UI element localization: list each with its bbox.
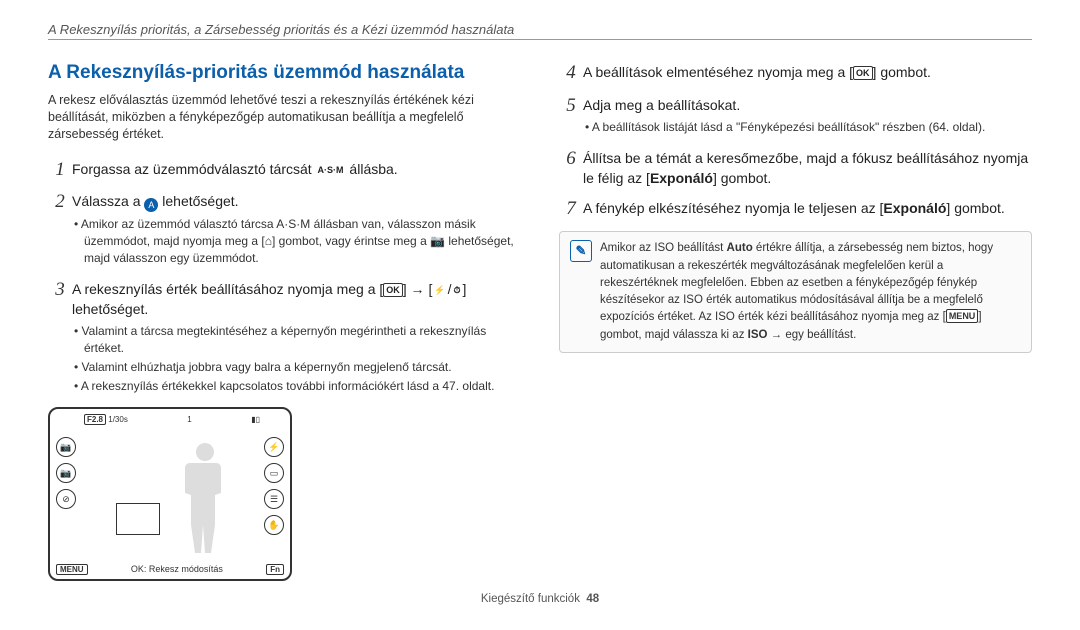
right-icon: ✋ bbox=[264, 515, 284, 535]
step-number: 6 bbox=[559, 148, 583, 189]
menu-button-label: MENU bbox=[56, 564, 88, 575]
focus-frame bbox=[116, 503, 160, 535]
step-number: 3 bbox=[48, 279, 72, 397]
step-sublist: Valamint a tárcsa megtekintéséhez a képe… bbox=[72, 323, 521, 394]
bottom-hint: OK: Rekesz módosítás bbox=[96, 564, 259, 574]
ok-glyph: OK bbox=[383, 283, 403, 297]
person-silhouette bbox=[180, 443, 230, 553]
asm-glyph: A·S·M bbox=[316, 164, 346, 176]
right-icon: ⚡ bbox=[264, 437, 284, 457]
note-box: ✎ Amikor az ISO beállítást Auto értékre … bbox=[559, 231, 1032, 353]
right-column: 4 A beállítások elmentéséhez nyomja meg … bbox=[559, 62, 1032, 581]
step-sublist: Amikor az üzemmód választó tárcsa A·S·M … bbox=[72, 216, 521, 266]
right-icon: ☰ bbox=[264, 489, 284, 509]
step-number: 5 bbox=[559, 95, 583, 138]
left-icon: 📷 bbox=[56, 463, 76, 483]
step-body: A beállítások elmentéséhez nyomja meg a … bbox=[583, 62, 931, 85]
mode-a-icon: A bbox=[144, 198, 158, 212]
left-column: A Rekesznyílás-prioritás üzemmód használ… bbox=[48, 62, 521, 581]
page: A Rekesznyílás prioritás, a Zársebesség … bbox=[0, 0, 1080, 615]
sub-item: Valamint elhúzhatja jobbra vagy balra a … bbox=[72, 359, 521, 376]
note-text: Amikor az ISO beállítást Auto értékre ál… bbox=[600, 240, 1021, 344]
ok-glyph: OK bbox=[853, 66, 873, 80]
fn-button-label: Fn bbox=[266, 564, 284, 575]
shot-count: 1 bbox=[187, 415, 191, 424]
shutter-value: 1/30s bbox=[108, 415, 128, 424]
aperture-value: F2.8 bbox=[84, 414, 106, 425]
flash-icon: ⚡ bbox=[432, 284, 447, 296]
step-sublist: A beállítások listáját lásd a "Fényképez… bbox=[583, 119, 985, 136]
timer-icon: ⏱ bbox=[451, 284, 462, 296]
step-number: 1 bbox=[48, 159, 72, 182]
note-icon: ✎ bbox=[570, 240, 592, 262]
sub-item: Amikor az üzemmód választó tárcsa A·S·M … bbox=[72, 216, 521, 266]
left-icon: 📷 bbox=[56, 437, 76, 457]
left-icon: ⊘ bbox=[56, 489, 76, 509]
sub-item: A beállítások listáját lásd a "Fényképez… bbox=[583, 119, 985, 136]
battery-icon: ▮▯ bbox=[251, 415, 260, 424]
step-body: A fénykép elkészítéséhez nyomja le telje… bbox=[583, 198, 1005, 221]
step-number: 4 bbox=[559, 62, 583, 85]
sub-item: Valamint a tárcsa megtekintéséhez a képe… bbox=[72, 323, 521, 357]
steps-left: 1 Forgassa az üzemmódválasztó tárcsát A·… bbox=[48, 159, 521, 397]
step-body: Forgassa az üzemmódválasztó tárcsát A·S·… bbox=[72, 159, 398, 182]
step-number: 7 bbox=[559, 198, 583, 221]
intro-paragraph: A rekesz előválasztás üzemmód lehetővé t… bbox=[48, 92, 521, 143]
right-icon: ▭ bbox=[264, 463, 284, 483]
step-body: Adja meg a beállításokat. A beállítások … bbox=[583, 95, 985, 138]
sub-item: A rekesznyílás értékekkel kapcsolatos to… bbox=[72, 378, 521, 395]
page-footer: Kiegészítő funkciók 48 bbox=[48, 593, 1032, 605]
step-body: A rekesznyílás érték beállításához nyomj… bbox=[72, 279, 521, 397]
camera-screen-mockup: F2.8 1/30s 1 ▮▯ 📷 📷 ⊘ ⚡ ▭ ☰ ✋ bbox=[48, 407, 292, 581]
running-header: A Rekesznyílás prioritás, a Zársebesség … bbox=[48, 22, 1032, 37]
header-rule bbox=[48, 39, 1032, 40]
steps-right: 4 A beállítások elmentéséhez nyomja meg … bbox=[559, 62, 1032, 221]
step-body: Állítsa be a témát a keresőmezőbe, majd … bbox=[583, 148, 1032, 189]
section-title: A Rekesznyílás-prioritás üzemmód használ… bbox=[48, 62, 521, 84]
step-number: 2 bbox=[48, 191, 72, 268]
step-body: Válassza a A lehetőséget. Amikor az üzem… bbox=[72, 191, 521, 268]
